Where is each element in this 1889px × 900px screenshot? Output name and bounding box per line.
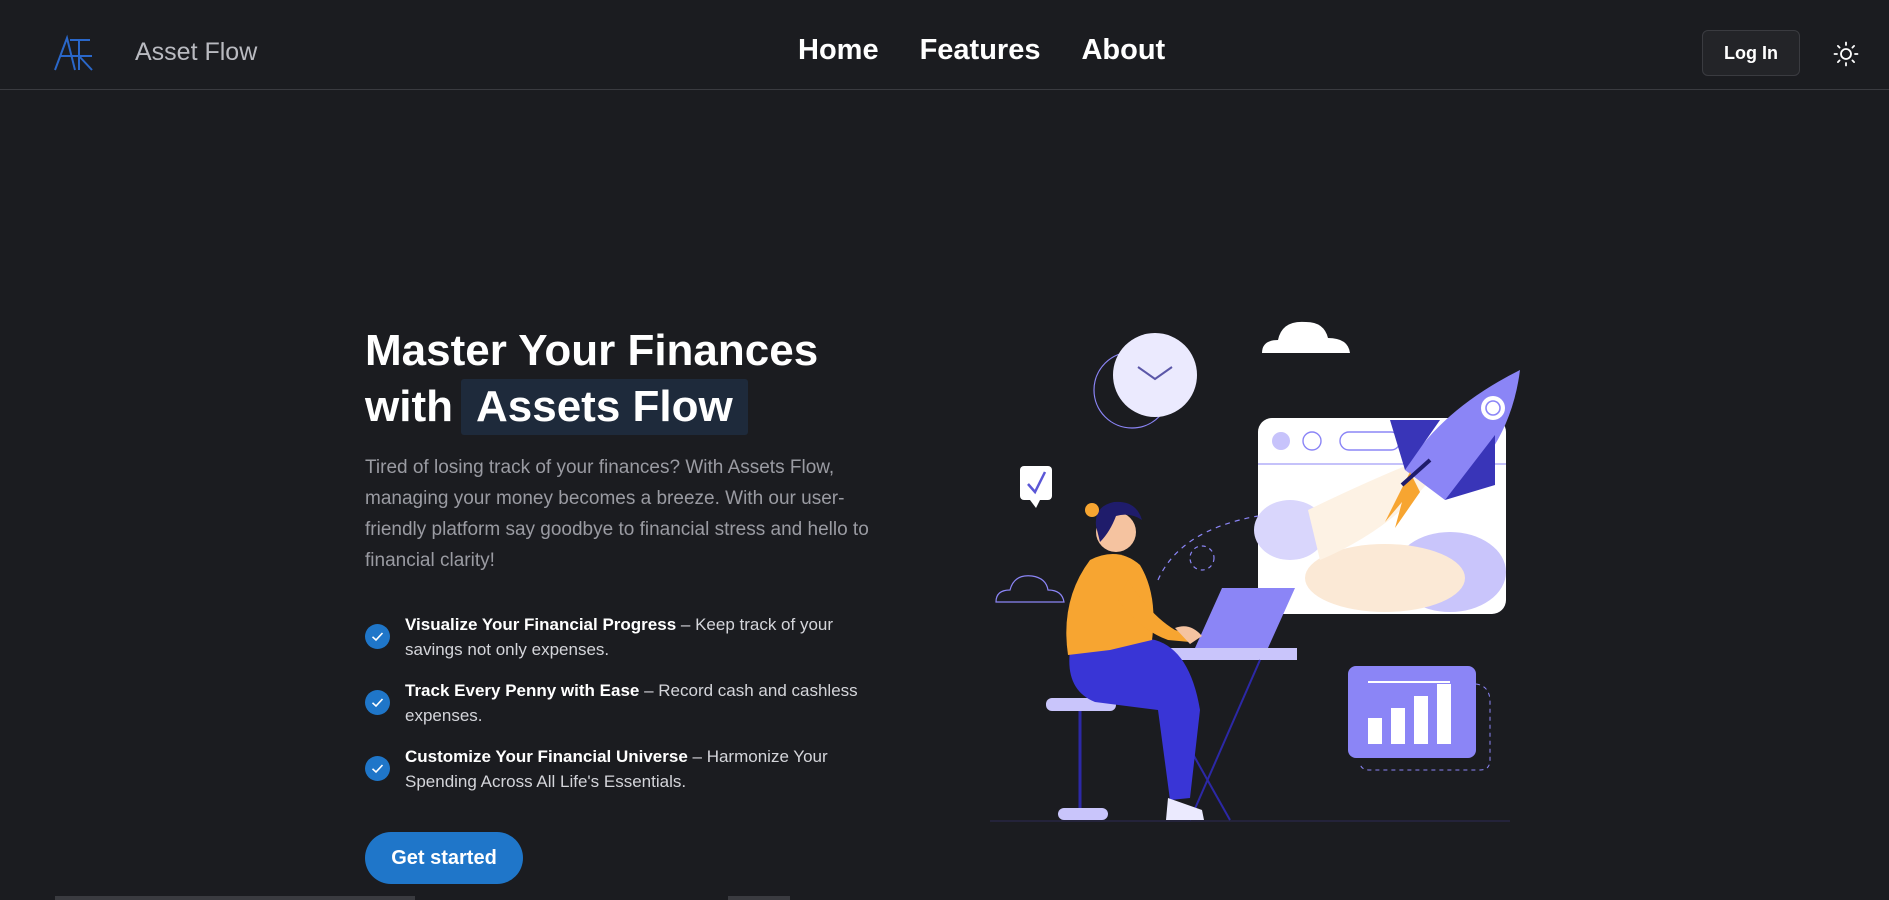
feature-item: Track Every Penny with Ease – Record cas…: [365, 678, 875, 728]
main-nav: Home Features About: [798, 34, 1165, 67]
laptop-icon: [1195, 588, 1295, 648]
nav-link-home[interactable]: Home: [798, 34, 879, 67]
get-started-button[interactable]: Get started: [365, 832, 523, 884]
feature-list: Visualize Your Financial Progress – Keep…: [365, 612, 875, 810]
hero-title: Master Your Finances with Assets Flow: [365, 323, 818, 435]
feature-item: Customize Your Financial Universe – Harm…: [365, 744, 875, 794]
feature-title: Customize Your Financial Universe: [405, 747, 688, 766]
top-navbar: Asset Flow Home Features About Log In: [0, 0, 1889, 90]
feature-item: Visualize Your Financial Progress – Keep…: [365, 612, 875, 662]
sun-icon[interactable]: [1833, 41, 1859, 67]
clock-icon: [1113, 333, 1197, 417]
check-circle-icon: [365, 756, 390, 781]
feature-title: Visualize Your Financial Progress: [405, 615, 677, 634]
hero-title-line1: Master Your Finances: [365, 326, 819, 375]
nav-link-features[interactable]: Features: [920, 34, 1041, 67]
check-circle-icon: [365, 624, 390, 649]
cloud-icon: [1262, 321, 1350, 353]
check-circle-icon: [365, 690, 390, 715]
af-monogram-icon[interactable]: [52, 34, 96, 74]
bottom-scroll-hint: [728, 896, 790, 900]
nav-link-about[interactable]: About: [1081, 34, 1165, 67]
bottom-scroll-hint: [55, 896, 415, 900]
hero-title-highlight: Assets Flow: [460, 379, 748, 435]
hero-description: Tired of losing track of your finances? …: [365, 457, 869, 571]
hero-title-with: with: [365, 382, 453, 431]
brand-name[interactable]: Asset Flow: [135, 38, 257, 67]
cloud-icon: [995, 575, 1065, 603]
feature-title: Track Every Penny with Ease: [405, 681, 640, 700]
login-button[interactable]: Log In: [1702, 30, 1800, 76]
hero-illustration: [990, 321, 1520, 822]
